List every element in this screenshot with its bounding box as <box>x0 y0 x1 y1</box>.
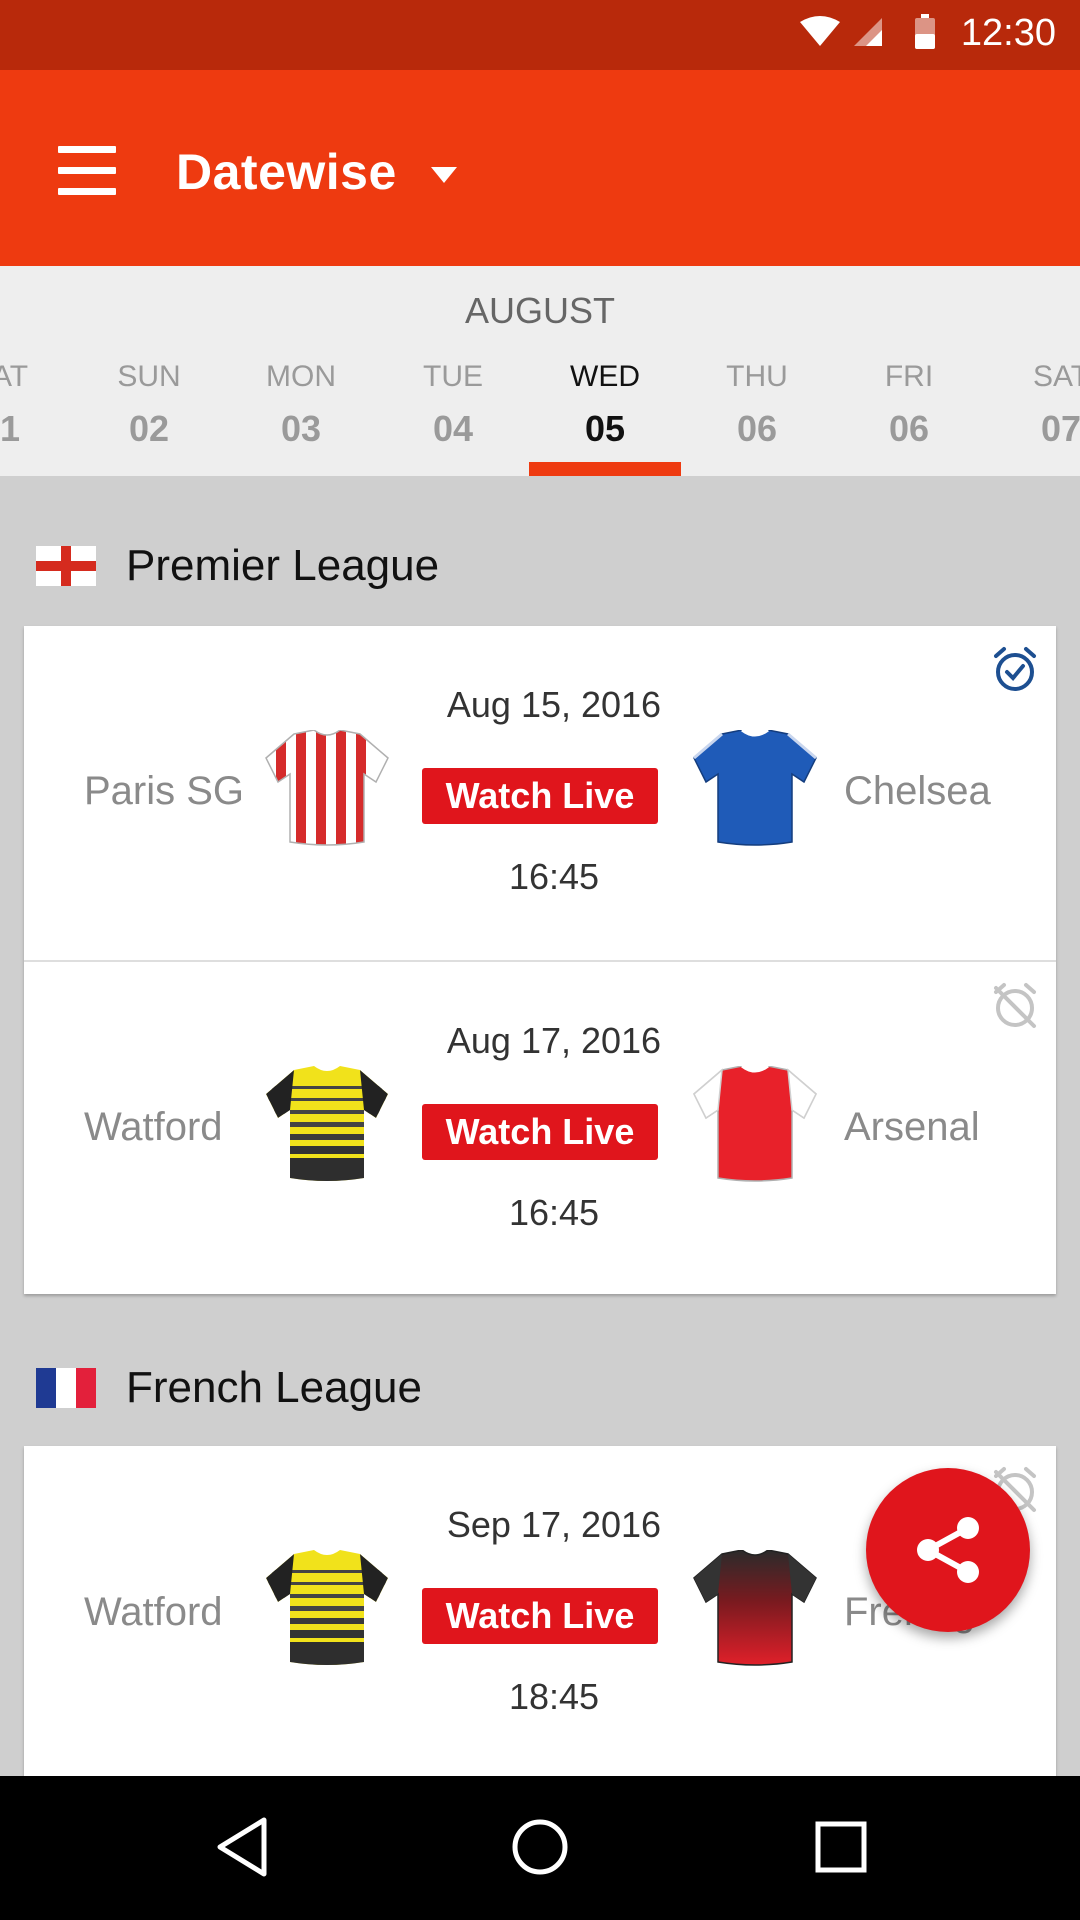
watch-live-button[interactable]: Watch Live <box>422 1104 658 1160</box>
england-flag-icon <box>36 546 96 586</box>
day-number: 07 <box>1040 408 1080 449</box>
day-name: THU <box>726 360 788 393</box>
france-flag-icon <box>36 1368 96 1408</box>
battery-icon <box>915 14 935 49</box>
day-number: 04 <box>432 408 474 449</box>
away-team: Arsenal <box>844 1105 980 1149</box>
day-name: MON <box>266 360 336 393</box>
match-time: 16:45 <box>508 856 600 897</box>
day-tab[interactable]: SAT 07 <box>986 360 1080 450</box>
day-name: SUN <box>117 360 181 393</box>
day-number: 01 <box>0 408 21 449</box>
day-tab[interactable]: SAT 01 <box>0 360 75 450</box>
caret-down-icon <box>430 167 457 183</box>
jersey-red-white-icon <box>693 1066 817 1182</box>
watch-live-button[interactable]: Watch Live <box>422 1588 658 1644</box>
day-number: 05 <box>584 408 626 449</box>
wifi-icon <box>800 16 840 46</box>
status-bar: 12:30 <box>0 0 1080 70</box>
day-number: 02 <box>128 408 170 449</box>
day-tab-selected[interactable]: WED 05 <box>530 360 680 450</box>
app-title: Datewise <box>176 144 397 200</box>
selected-day-indicator <box>529 462 681 476</box>
month-label: AUGUST <box>464 290 615 331</box>
jersey-yellow-black-icon <box>266 1550 388 1665</box>
home-team: Paris SG <box>84 769 245 813</box>
day-tab[interactable]: FRI 06 <box>834 360 984 450</box>
match-card: Paris SG Aug 15, 2016 Watch Live 16:45 C… <box>24 626 1056 1294</box>
match-row[interactable]: Watford Aug 17, 2016 Watch Live 16:45 Ar… <box>24 960 1056 1294</box>
match-date: Aug 15, 2016 <box>446 684 662 725</box>
app-bar: Datewise <box>0 70 1080 266</box>
status-time: 12:30 <box>960 12 1056 54</box>
share-fab-button[interactable] <box>866 1468 1030 1632</box>
day-name: TUE <box>423 360 483 393</box>
away-team: Chelsea <box>844 769 991 813</box>
back-icon[interactable] <box>214 1816 270 1878</box>
match-time: 18:45 <box>508 1676 600 1717</box>
match-date: Aug 17, 2016 <box>446 1020 662 1061</box>
day-number: 03 <box>280 408 322 449</box>
day-number: 06 <box>736 408 778 449</box>
league-name: French League <box>126 1363 422 1412</box>
signal-icon <box>854 18 882 46</box>
day-number: 06 <box>888 408 930 449</box>
jersey-yellow-black-icon <box>266 1066 388 1181</box>
hamburger-menu-icon[interactable] <box>58 146 116 196</box>
day-tab[interactable]: TUE 04 <box>378 360 528 450</box>
match-time: 16:45 <box>508 1192 600 1233</box>
recents-icon[interactable] <box>814 1816 868 1878</box>
jersey-black-red-icon <box>693 1550 817 1666</box>
home-icon[interactable] <box>510 1816 570 1878</box>
league-header: French League <box>36 1358 422 1418</box>
jersey-blue-icon <box>693 730 817 846</box>
league-name: Premier League <box>126 541 440 590</box>
match-row[interactable]: Paris SG Aug 15, 2016 Watch Live 16:45 C… <box>24 626 1056 960</box>
alarm-set-icon[interactable] <box>990 644 1040 694</box>
jersey-red-white-icon <box>265 730 389 846</box>
home-team: Watford <box>84 1590 223 1634</box>
day-tab[interactable]: THU 06 <box>682 360 832 450</box>
day-tab[interactable]: MON 03 <box>226 360 376 450</box>
day-name: FRI <box>884 360 934 393</box>
system-nav-bar <box>0 1776 1080 1920</box>
view-selector[interactable]: Datewise <box>176 142 457 202</box>
match-date: Sep 17, 2016 <box>446 1504 662 1545</box>
alarm-off-icon[interactable] <box>990 980 1040 1030</box>
watch-live-button[interactable]: Watch Live <box>422 768 658 824</box>
day-tab[interactable]: SUN 02 <box>74 360 224 450</box>
day-name: SAT <box>0 360 29 393</box>
date-strip: AUGUST SAT 01 SUN 02 MON 03 TUE 04 WED 0… <box>0 266 1080 476</box>
share-icon <box>917 1517 979 1583</box>
day-name: SAT <box>1032 360 1080 393</box>
league-header: Premier League <box>36 536 439 596</box>
day-name: WED <box>570 360 640 393</box>
home-team: Watford <box>84 1105 223 1149</box>
